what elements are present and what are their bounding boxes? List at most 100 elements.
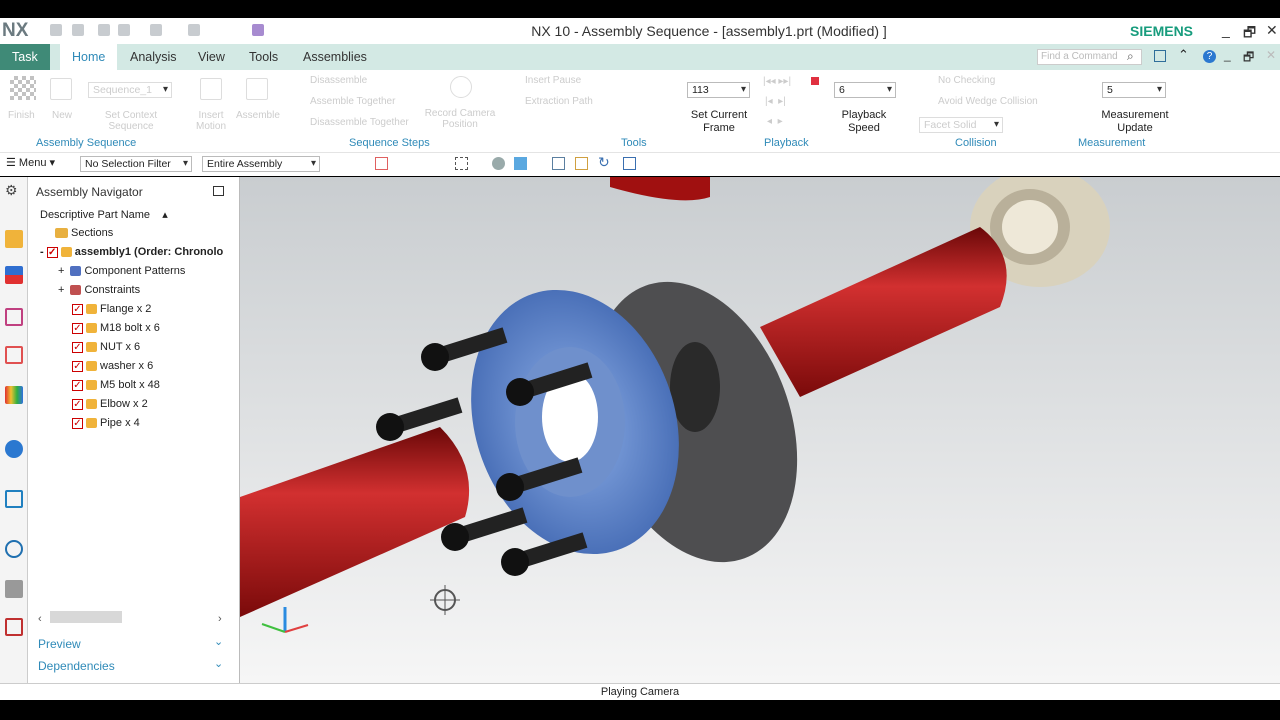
playback-group-label[interactable]: Playback: [764, 137, 809, 149]
doc-minimize-button[interactable]: _: [1224, 48, 1231, 62]
checkbox[interactable]: ✓: [72, 379, 83, 391]
doc-restore-button[interactable]: 🗗: [1243, 48, 1254, 69]
collapse-ribbon-icon[interactable]: ⌃: [1178, 47, 1189, 63]
part-icon: [86, 323, 97, 334]
current-frame-combo[interactable]: 113: [687, 82, 750, 98]
play-icon[interactable]: ◂ ▸: [767, 116, 783, 127]
maximize-panel-icon[interactable]: [213, 186, 224, 196]
checkbox[interactable]: ✓: [46, 246, 58, 258]
disassemble-together-button[interactable]: Disassemble Together: [310, 117, 409, 128]
tools-icon[interactable]: [620, 78, 642, 100]
process-studio-icon[interactable]: [5, 580, 23, 598]
checkbox[interactable]: ✓: [72, 360, 83, 372]
history-icon[interactable]: [5, 490, 23, 508]
sequence-steps-group-label[interactable]: Sequence Steps: [349, 137, 430, 149]
tree-node-constraints[interactable]: + Constraints: [58, 284, 140, 296]
finish-button[interactable]: Finish: [8, 110, 35, 121]
tab-tools[interactable]: Tools: [237, 44, 290, 70]
collision-group-label[interactable]: Collision: [955, 137, 997, 149]
tree-node-component-patterns[interactable]: + Component Patterns: [58, 265, 185, 277]
reuse-library-icon[interactable]: [5, 346, 23, 364]
tab-view[interactable]: View: [186, 44, 237, 70]
search-icon[interactable]: ⌕: [1127, 49, 1134, 64]
doc-close-button[interactable]: ✕: [1266, 48, 1276, 62]
clock-icon[interactable]: [5, 540, 23, 558]
disassemble-button[interactable]: Disassemble: [310, 75, 367, 86]
step-back-icon[interactable]: |◂ ▸|: [765, 96, 786, 107]
fit-view-icon[interactable]: [552, 157, 565, 170]
tree-node-component[interactable]: ✓ M18 bolt x 6: [72, 322, 160, 334]
part-navigator-icon[interactable]: [5, 308, 23, 326]
ribbon-options-icon[interactable]: [1154, 50, 1166, 62]
preview-chevron-icon[interactable]: ⌄: [214, 635, 223, 648]
roles-icon[interactable]: [5, 618, 23, 636]
rewind-icon[interactable]: |◂◂ ▸▸|: [763, 76, 791, 87]
tab-analysis[interactable]: Analysis: [118, 44, 189, 70]
checkbox[interactable]: ✓: [72, 398, 83, 410]
zoom-window-icon[interactable]: [575, 157, 588, 170]
measurement-group-label[interactable]: Measurement: [1078, 137, 1145, 149]
finish-flag-icon[interactable]: [10, 76, 36, 100]
assemble-button[interactable]: Assemble: [236, 110, 280, 121]
tree-node-component[interactable]: ✓ washer x 6: [72, 360, 153, 372]
playback-speed-combo[interactable]: 6: [834, 82, 896, 98]
assemble-together-button[interactable]: Assemble Together: [310, 96, 395, 107]
tree-node-assembly1[interactable]: - ✓ assembly1 (Order: Chronolo: [40, 246, 223, 258]
rectangle-select-icon[interactable]: [455, 157, 468, 170]
render-style-icon[interactable]: [492, 157, 505, 170]
selection-scope-combo[interactable]: Entire Assembly: [202, 156, 320, 172]
sequence-combo[interactable]: Sequence_1: [88, 82, 172, 98]
help-icon[interactable]: ?: [1203, 50, 1216, 63]
tree-node-component[interactable]: ✓ Elbow x 2: [72, 398, 148, 410]
stop-icon[interactable]: [811, 77, 819, 85]
dependencies-chevron-icon[interactable]: ⌄: [214, 657, 223, 670]
tab-task[interactable]: Task: [0, 44, 50, 70]
avoid-collision-button[interactable]: Avoid Wedge Collision: [938, 96, 1038, 107]
view-cube-icon[interactable]: [514, 157, 527, 170]
part-icon: [86, 380, 97, 391]
assembly-sequence-group-label[interactable]: Assembly Sequence: [36, 137, 136, 149]
checkbox[interactable]: ✓: [72, 417, 83, 429]
horizontal-scrollbar[interactable]: [50, 611, 122, 623]
measurement-update-combo[interactable]: 5: [1102, 82, 1166, 98]
rotate-icon[interactable]: ↻: [598, 154, 610, 171]
insert-pause-button[interactable]: Insert Pause: [525, 75, 581, 86]
tools-group-label[interactable]: Tools: [621, 137, 647, 149]
web-browser-icon[interactable]: [5, 440, 23, 458]
layers-icon[interactable]: [623, 157, 636, 170]
snap-point-icon[interactable]: [375, 157, 388, 170]
new-button[interactable]: New: [52, 110, 72, 121]
minimize-button[interactable]: _: [1222, 22, 1230, 38]
tab-home[interactable]: Home: [60, 44, 118, 70]
assembly-navigator-icon[interactable]: [5, 230, 23, 248]
tree-node-component[interactable]: ✓ M5 bolt x 48: [72, 379, 160, 391]
column-header-descriptive-part-name[interactable]: Descriptive Part Name ▴: [40, 208, 168, 221]
hd3d-tools-icon[interactable]: [5, 386, 23, 404]
tree-node-component[interactable]: ✓ Pipe x 4: [72, 417, 140, 429]
extraction-path-button[interactable]: Extraction Path: [525, 96, 593, 107]
facet-solid-combo[interactable]: Facet Solid: [919, 117, 1003, 133]
tree-node-component[interactable]: ✓ NUT x 6: [72, 341, 140, 353]
checkbox[interactable]: ✓: [72, 303, 83, 315]
record-camera-position-button[interactable]: Record Camera Position: [420, 108, 500, 130]
tree-node-sections[interactable]: Sections: [52, 227, 113, 239]
checkbox[interactable]: ✓: [72, 322, 83, 334]
constraint-navigator-icon[interactable]: [5, 266, 23, 284]
restore-button[interactable]: 🗗: [1243, 22, 1256, 46]
menu-button[interactable]: ☰ Menu ▾: [6, 156, 55, 169]
set-context-sequence-button[interactable]: Set Context Sequence: [96, 110, 166, 132]
insert-motion-button[interactable]: Insert Motion: [190, 110, 232, 132]
preview-section[interactable]: Preview: [38, 637, 81, 651]
tree-node-component[interactable]: ✓ Flange x 2: [72, 303, 151, 315]
dependencies-section[interactable]: Dependencies: [38, 659, 115, 673]
tab-assemblies[interactable]: Assemblies: [291, 44, 379, 70]
close-button[interactable]: ✕: [1266, 22, 1278, 39]
checkbox[interactable]: ✓: [72, 341, 83, 353]
scroll-right-arrow[interactable]: ›: [218, 613, 222, 625]
assemble-icon: [246, 78, 268, 100]
no-checking-button[interactable]: No Checking: [938, 75, 995, 86]
selection-filter-combo[interactable]: No Selection Filter: [80, 156, 192, 172]
scroll-left-arrow[interactable]: ‹: [38, 613, 42, 625]
graphics-viewport[interactable]: [240, 177, 1280, 683]
settings-gear-icon[interactable]: ⚙: [5, 182, 18, 199]
